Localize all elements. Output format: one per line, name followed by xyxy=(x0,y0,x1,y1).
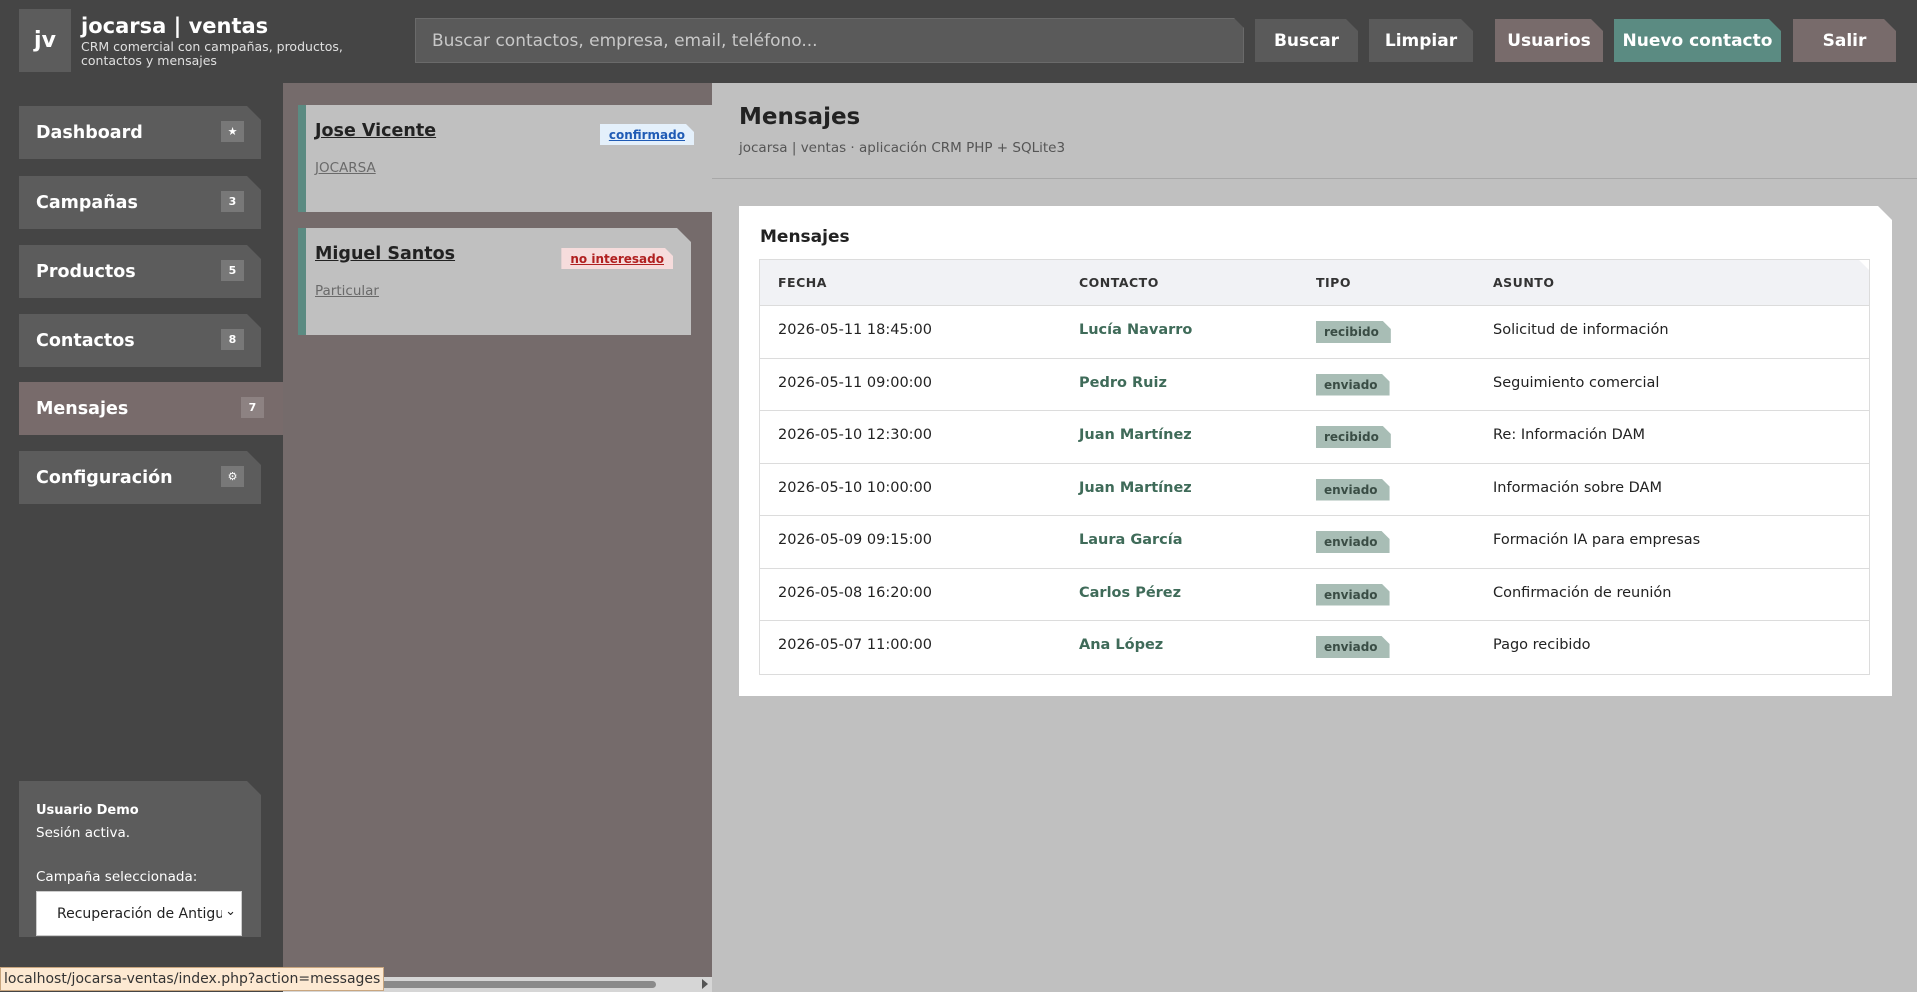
message-subject: Confirmación de reunión xyxy=(1493,584,1672,601)
sidebar: Dashboard ★ Campañas 3 Productos 5 Conta… xyxy=(0,83,283,992)
app-subtitle: CRM comercial con campañas, productos, c… xyxy=(81,39,343,68)
sidebar-item-dashboard[interactable]: Dashboard ★ xyxy=(19,106,261,159)
sidebar-item-campaigns[interactable]: Campañas 3 xyxy=(19,176,261,229)
sidebar-item-contacts[interactable]: Contactos 8 xyxy=(19,314,261,367)
table-row[interactable]: 2026-05-08 16:20:00 Carlos Pérez enviado Co… xyxy=(760,569,1869,622)
app-title: jocarsa | ventas xyxy=(81,14,269,38)
count-badge: 5 xyxy=(221,260,244,281)
column-header-date: FECHA xyxy=(778,275,827,290)
app-logo[interactable]: jv xyxy=(19,9,71,72)
message-contact-link[interactable]: Laura García xyxy=(1079,532,1183,548)
user-name: Usuario Demo xyxy=(36,803,139,818)
messages-panel: Mensajes FECHA CONTACTO TIPO ASUNTO 2026… xyxy=(739,206,1892,696)
sidebar-item-settings[interactable]: Configuración ⚙ xyxy=(19,451,261,504)
campaign-select[interactable]: Recuperación de Antigu ⌄ xyxy=(36,891,242,936)
page-title: Mensajes xyxy=(739,104,861,130)
count-badge: 7 xyxy=(241,397,264,418)
contact-name-link[interactable]: Miguel Santos xyxy=(315,244,455,264)
message-contact-link[interactable]: Juan Martínez xyxy=(1079,480,1192,496)
message-date: 2026-05-08 16:20:00 xyxy=(778,584,932,601)
sidebar-item-label: Productos xyxy=(36,261,136,282)
campaign-label: Campaña seleccionada: xyxy=(36,869,198,885)
star-icon: ★ xyxy=(221,121,244,142)
message-contact-link[interactable]: Ana López xyxy=(1079,637,1163,653)
contact-name-link[interactable]: Jose Vicente xyxy=(315,121,436,141)
message-date: 2026-05-11 18:45:00 xyxy=(778,322,932,338)
page-header: Mensajes jocarsa | ventas · aplicación C… xyxy=(712,83,1917,179)
status-badge[interactable]: confirmado xyxy=(600,124,694,145)
panel-title: Mensajes xyxy=(760,227,850,247)
message-type-badge: enviado xyxy=(1316,374,1390,396)
contacts-column: Jose Vicente confirmado JOCARSA Miguel S… xyxy=(283,83,712,992)
count-badge: 8 xyxy=(221,329,244,350)
sidebar-item-label: Contactos xyxy=(36,330,135,351)
sidebar-item-products[interactable]: Productos 5 xyxy=(19,245,261,298)
user-box: Usuario Demo Sesión activa. Campaña sele… xyxy=(19,781,261,937)
table-row[interactable]: 2026-05-10 12:30:00 Juan Martínez recibido… xyxy=(760,411,1869,464)
message-subject: Pago recibido xyxy=(1493,637,1591,653)
table-row[interactable]: 2026-05-11 18:45:00 Lucía Navarro recibido… xyxy=(760,306,1869,359)
gear-icon: ⚙ xyxy=(221,466,244,487)
message-type-badge: enviado xyxy=(1316,636,1390,658)
message-type-badge: recibido xyxy=(1316,426,1391,448)
contact-company-link[interactable]: JOCARSA xyxy=(315,160,376,176)
search-input[interactable]: Buscar contactos, empresa, email, teléfo… xyxy=(415,18,1244,63)
table-header: FECHA CONTACTO TIPO ASUNTO xyxy=(760,260,1869,306)
scroll-right-arrow-icon[interactable] xyxy=(702,979,708,989)
table-row[interactable]: 2026-05-11 09:00:00 Pedro Ruiz enviado Segu… xyxy=(760,359,1869,412)
message-date: 2026-05-10 10:00:00 xyxy=(778,479,932,496)
search-button[interactable]: Buscar xyxy=(1255,19,1358,62)
contact-card[interactable]: Jose Vicente confirmado JOCARSA xyxy=(298,105,712,212)
message-subject: Formación IA para empresas xyxy=(1493,532,1701,548)
page-subtitle: jocarsa | ventas · aplicación CRM PHP + … xyxy=(739,140,1066,156)
messages-table: FECHA CONTACTO TIPO ASUNTO 2026-05-11 18… xyxy=(759,259,1870,675)
message-date: 2026-05-10 12:30:00 xyxy=(778,427,932,443)
table-row[interactable]: 2026-05-07 11:00:00 Ana López enviado Pago … xyxy=(760,621,1869,674)
table-body: 2026-05-11 18:45:00 Lucía Navarro recibido… xyxy=(760,306,1869,674)
message-date: 2026-05-09 09:15:00 xyxy=(778,532,932,548)
table-row[interactable]: 2026-05-10 10:00:00 Juan Martínez enviado I… xyxy=(760,464,1869,517)
main-content: Mensajes jocarsa | ventas · aplicación C… xyxy=(712,83,1917,992)
message-contact-link[interactable]: Carlos Pérez xyxy=(1079,585,1181,601)
status-badge[interactable]: no interesado xyxy=(561,248,673,269)
message-date: 2026-05-11 09:00:00 xyxy=(778,374,932,391)
message-contact-link[interactable]: Lucía Navarro xyxy=(1079,322,1192,338)
count-badge: 3 xyxy=(221,191,244,212)
contact-company-link[interactable]: Particular xyxy=(315,283,379,299)
column-header-contact: CONTACTO xyxy=(1079,275,1159,290)
message-subject: Seguimiento comercial xyxy=(1493,374,1660,391)
message-type-badge: recibido xyxy=(1316,321,1391,343)
message-contact-link[interactable]: Pedro Ruiz xyxy=(1079,375,1167,391)
sidebar-item-label: Mensajes xyxy=(36,398,129,419)
new-contact-button[interactable]: Nuevo contacto xyxy=(1614,19,1781,62)
chevron-down-icon: ⌄ xyxy=(222,904,236,919)
sidebar-item-messages[interactable]: Mensajes 7 xyxy=(19,382,283,435)
column-header-type: TIPO xyxy=(1316,275,1351,290)
table-row[interactable]: 2026-05-09 09:15:00 Laura García enviado Fo… xyxy=(760,516,1869,569)
status-bar-url: localhost/jocarsa-ventas/index.php?actio… xyxy=(0,967,385,991)
message-contact-link[interactable]: Juan Martínez xyxy=(1079,427,1192,443)
clear-button[interactable]: Limpiar xyxy=(1369,19,1473,62)
message-type-badge: enviado xyxy=(1316,531,1390,553)
message-type-badge: enviado xyxy=(1316,584,1390,606)
users-button[interactable]: Usuarios xyxy=(1495,19,1603,62)
column-header-subject: ASUNTO xyxy=(1493,275,1555,290)
top-bar: jv jocarsa | ventas CRM comercial con ca… xyxy=(0,0,1917,83)
message-date: 2026-05-07 11:00:00 xyxy=(778,637,932,653)
message-type-badge: enviado xyxy=(1316,479,1390,501)
scrollbar-thumb[interactable] xyxy=(363,981,656,988)
sidebar-item-label: Configuración xyxy=(36,467,173,488)
logout-button[interactable]: Salir xyxy=(1793,19,1896,62)
campaign-select-value: Recuperación de Antigu xyxy=(57,905,225,922)
contact-card[interactable]: Miguel Santos no interesado Particular xyxy=(298,228,691,335)
message-subject: Información sobre DAM xyxy=(1493,479,1662,496)
message-subject: Re: Información DAM xyxy=(1493,427,1646,443)
session-status: Sesión activa. xyxy=(36,825,131,841)
sidebar-item-label: Dashboard xyxy=(36,122,143,143)
message-subject: Solicitud de información xyxy=(1493,322,1669,338)
sidebar-item-label: Campañas xyxy=(36,192,138,213)
